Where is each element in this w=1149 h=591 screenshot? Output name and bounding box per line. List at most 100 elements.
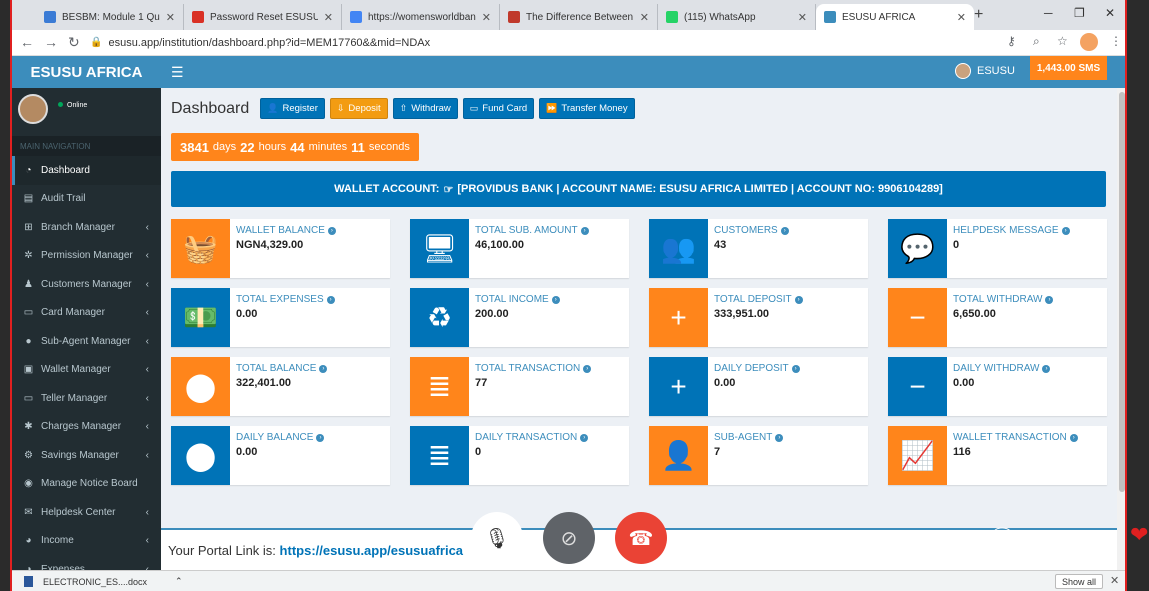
arrow-circle-right-icon[interactable]: › <box>551 296 560 304</box>
sidebar-item-branch-manager[interactable]: ⊞ Branch Manager ‹ <box>12 213 161 242</box>
arrow-circle-right-icon[interactable]: › <box>791 365 800 373</box>
withdraw-button[interactable]: ⇧ Withdraw <box>392 98 458 119</box>
new-tab-button[interactable]: + <box>974 6 983 24</box>
arrow-circle-right-icon[interactable]: › <box>319 365 328 373</box>
sidebar-item-teller-manager[interactable]: ▭ Teller Manager ‹ <box>12 384 161 413</box>
stat-box-total-withdraw[interactable]: − TOTAL WITHDRAW › 6,650.00 <box>888 288 1107 347</box>
arrow-circle-right-icon[interactable]: › <box>780 227 789 235</box>
sidebar-item-wallet-manager[interactable]: ▣ Wallet Manager ‹ <box>12 356 161 385</box>
sidebar-toggle-icon[interactable]: ☰ <box>171 64 184 81</box>
stat-label: CUSTOMERS <box>714 225 778 236</box>
sidebar-item-manage-notice-board[interactable]: ◉ Manage Notice Board <box>12 470 161 499</box>
arrow-circle-right-icon[interactable]: › <box>1069 434 1078 442</box>
stat-box-total-sub-amount[interactable]: 🖥 TOTAL SUB. AMOUNT › 46,100.00 <box>410 219 629 278</box>
gmail-icon <box>192 11 204 23</box>
close-tab-icon[interactable]: ✕ <box>324 11 333 24</box>
stat-box-total-expenses[interactable]: 💵 TOTAL EXPENSES › 0.00 <box>171 288 390 347</box>
arrow-circle-right-icon[interactable]: › <box>326 296 335 304</box>
tab-1[interactable]: BESBM: Module 1 Quiz ✕ <box>36 4 184 30</box>
sidebar-item-helpdesk-center[interactable]: ✉ Helpdesk Center ‹ <box>12 498 161 527</box>
plus-icon: + <box>649 357 708 416</box>
close-tab-icon[interactable]: ✕ <box>798 11 807 24</box>
sidebar-item-income[interactable]: ◕ Income ‹ <box>12 527 161 556</box>
arrow-circle-right-icon[interactable]: › <box>583 365 592 373</box>
scrollbar-thumb[interactable] <box>1119 92 1125 492</box>
tab-5[interactable]: (115) WhatsApp ✕ <box>658 4 816 30</box>
arrow-circle-right-icon[interactable]: › <box>580 227 589 235</box>
sidebar-item-permission-manager[interactable]: ✲ Permission Manager ‹ <box>12 242 161 271</box>
close-tab-icon[interactable]: ✕ <box>957 11 966 24</box>
end-call-button[interactable]: ☎ <box>615 512 667 564</box>
chevron-up-icon[interactable]: ⌃ <box>175 576 183 587</box>
stat-box-daily-withdraw[interactable]: − DAILY WITHDRAW › 0.00 <box>888 357 1107 416</box>
arrow-circle-right-icon[interactable]: › <box>1042 365 1051 373</box>
tab-2[interactable]: Password Reset ESUSU - esu ✕ <box>184 4 342 30</box>
user-menu[interactable]: ESUSU <box>955 63 1015 79</box>
forward-icon[interactable]: → <box>44 34 58 50</box>
extension-icon[interactable] <box>1080 33 1098 51</box>
tab-4[interactable]: The Difference Between Bein ✕ <box>500 4 658 30</box>
chat-icon[interactable]: 🗨 <box>988 524 1016 550</box>
bookmark-star-icon[interactable]: ☆ <box>1057 34 1068 48</box>
sidebar-item-charges-manager[interactable]: ✱ Charges Manager ‹ <box>12 413 161 442</box>
sidebar-item-dashboard[interactable]: ◔ Dashboard <box>12 156 161 185</box>
arrow-circle-right-icon[interactable]: › <box>1061 227 1070 235</box>
maximize-icon[interactable]: ❐ <box>1074 6 1085 20</box>
fund-card-button[interactable]: ▭ Fund Card <box>462 98 535 119</box>
deposit-button[interactable]: ⇩ Deposit <box>329 98 388 119</box>
reload-icon[interactable]: ↻ <box>68 34 80 51</box>
close-window-icon[interactable]: ✕ <box>1105 6 1115 20</box>
sidebar-item-customers-manager[interactable]: ♟ Customers Manager ‹ <box>12 270 161 299</box>
url-field[interactable]: 🔒 esusu.app/institution/dashboard.php?id… <box>90 32 1000 53</box>
tab-6[interactable]: ESUSU AFRICA ✕ <box>816 4 974 30</box>
arrow-circle-right-icon[interactable]: › <box>327 227 336 235</box>
close-tab-icon[interactable]: ✕ <box>640 11 649 24</box>
stat-box-total-balance[interactable]: ⬤ TOTAL BALANCE › 322,401.00 <box>171 357 390 416</box>
minimize-icon[interactable]: ─ <box>1044 6 1053 20</box>
back-icon[interactable]: ← <box>20 34 34 50</box>
stat-box-daily-transaction[interactable]: ≣ DAILY TRANSACTION › 0 <box>410 426 629 485</box>
sidebar-item-savings-manager[interactable]: ⚙ Savings Manager ‹ <box>12 441 161 470</box>
sidebar-item-sub-agent-manager[interactable]: ● Sub-Agent Manager ‹ <box>12 327 161 356</box>
stat-box-total-income[interactable]: ♻ TOTAL INCOME › 200.00 <box>410 288 629 347</box>
stat-box-helpdesk-message[interactable]: 💬 HELPDESK MESSAGE › 0 <box>888 219 1107 278</box>
sms-balance-badge[interactable]: 1,443.00 SMS <box>1030 56 1107 80</box>
camera-off-button[interactable]: ⊘ <box>543 512 595 564</box>
page-header: Dashboard 👤 Register ⇩ Deposit ⇧ Withdraw ▭ Fun… <box>171 98 635 119</box>
show-all-button[interactable]: Show all <box>1055 574 1104 589</box>
stat-box-wallet-transaction[interactable]: 📈 WALLET TRANSACTION › 116 <box>888 426 1107 485</box>
close-tab-icon[interactable]: ✕ <box>166 11 175 24</box>
microphone-button[interactable]: 🎙 <box>471 512 523 564</box>
sidebar-item-expenses[interactable]: ◑ Expenses ‹ <box>12 555 161 570</box>
register-button[interactable]: 👤 Register <box>260 98 325 119</box>
arrow-circle-right-icon[interactable]: › <box>316 434 325 442</box>
tab-title: ESUSU AFRICA <box>842 11 916 23</box>
user-icon: ● <box>25 335 32 347</box>
close-download-bar-icon[interactable]: ✕ <box>1110 574 1119 587</box>
stat-box-daily-deposit[interactable]: + DAILY DEPOSIT › 0.00 <box>649 357 868 416</box>
stat-box-customers[interactable]: 👥 CUSTOMERS › 43 <box>649 219 868 278</box>
stat-box-wallet-balance[interactable]: 🧺 WALLET BALANCE › NGN4,329.00 <box>171 219 390 278</box>
transfer-money-button[interactable]: ⏩ Transfer Money <box>539 98 635 119</box>
scrollbar[interactable] <box>1117 88 1125 570</box>
tab-3[interactable]: https://womensworldbankin ✕ <box>342 4 500 30</box>
download-item[interactable]: ELECTRONIC_ES....docx ⌃ <box>24 576 183 587</box>
close-tab-icon[interactable]: ✕ <box>482 11 491 24</box>
arrow-circle-right-icon[interactable]: › <box>1045 296 1054 304</box>
sidebar-item-audit-trail[interactable]: ▤ Audit Trail <box>12 185 161 214</box>
arrow-circle-right-icon[interactable]: › <box>580 434 589 442</box>
zoom-icon[interactable]: ⌕ <box>1033 34 1040 49</box>
pip-icon[interactable]: ⧉ <box>1060 524 1076 550</box>
arrow-circle-right-icon[interactable]: › <box>794 296 803 304</box>
tab-favicon-tn <box>508 11 520 23</box>
stat-box-sub-agent[interactable]: 👤 SUB-AGENT › 7 <box>649 426 868 485</box>
stat-box-total-transaction[interactable]: ≣ TOTAL TRANSACTION › 77 <box>410 357 629 416</box>
key-icon[interactable]: ⚷ <box>1007 34 1016 48</box>
sidebar-item-card-manager[interactable]: ▭ Card Manager ‹ <box>12 299 161 328</box>
portal-link[interactable]: https://esusu.app/esusuafrica <box>280 543 464 558</box>
stat-box-daily-balance[interactable]: ⬤ DAILY BALANCE › 0.00 <box>171 426 390 485</box>
menu-kebab-icon[interactable]: ⋮ <box>1110 34 1122 48</box>
brand-logo[interactable]: ESUSU AFRICA <box>12 56 161 88</box>
stat-box-total-deposit[interactable]: + TOTAL DEPOSIT › 333,951.00 <box>649 288 868 347</box>
arrow-circle-right-icon[interactable]: › <box>775 434 784 442</box>
